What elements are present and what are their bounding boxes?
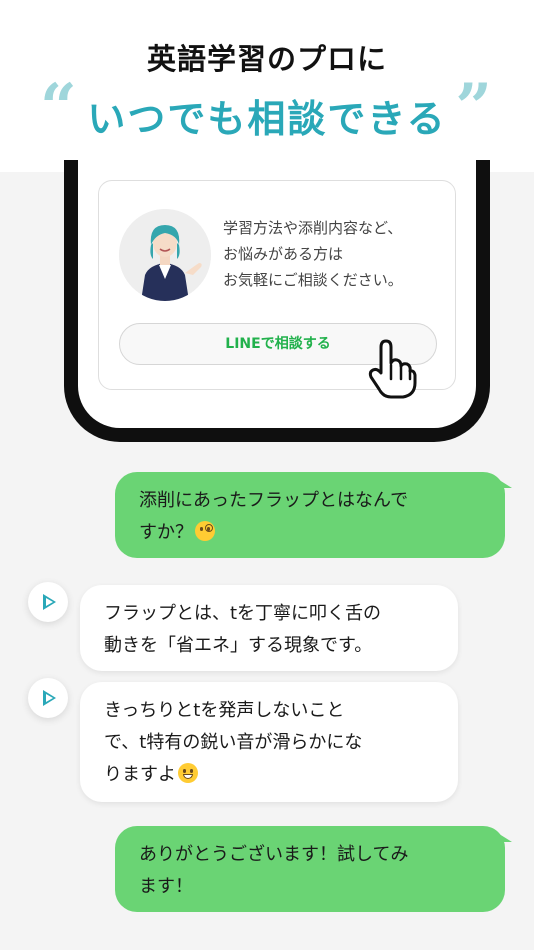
phone-mockup: 学習方法や添削内容など、 お悩みがある方は お気軽にご相談ください。 LINEで… xyxy=(64,160,490,442)
consult-message-line: お気軽にご相談ください。 xyxy=(223,271,403,289)
message-line: フラップとは、tを丁寧に叩く舌の xyxy=(104,603,382,624)
consult-card: 学習方法や添削内容など、 お悩みがある方は お気軽にご相談ください。 LINEで… xyxy=(98,180,456,399)
header: 英語学習のプロに “ いつでも相談できる ” xyxy=(0,0,534,172)
consult-message-line: お悩みがある方は xyxy=(223,245,344,263)
consult-message-line: 学習方法や添削内容など、 xyxy=(223,219,403,237)
pointer-hand-icon xyxy=(367,339,417,399)
message-line: りますよ xyxy=(104,759,434,791)
grinning-face-icon xyxy=(178,763,198,783)
play-icon xyxy=(43,690,56,706)
message-line: すか？ xyxy=(139,517,481,549)
chat-message-user: 添削にあったフラップとはなんで すか？ xyxy=(115,472,505,558)
chat-message-agent: きっちりとtを発声しないこと で、t特有の鋭い音が滑らかにな りますよ xyxy=(80,682,458,802)
chat-message-user: ありがとうございます！試してみ ます！ xyxy=(115,826,505,912)
play-audio-button[interactable] xyxy=(28,678,68,718)
tagline: いつでも相談できる xyxy=(87,97,447,141)
chat-message-agent: フラップとは、tを丁寧に叩く舌の 動きを「省エネ」する現象です。 xyxy=(80,585,458,671)
play-audio-button[interactable] xyxy=(28,582,68,622)
message-line: 動きを「省エネ」する現象です。 xyxy=(104,635,373,656)
message-line: きっちりとtを発声しないこと xyxy=(104,700,345,721)
message-line: で、t特有の鋭い音が滑らかにな xyxy=(104,732,363,753)
message-line: 添削にあったフラップとはなんで xyxy=(139,490,409,511)
headline: 英語学習のプロに xyxy=(146,42,387,76)
play-icon xyxy=(43,594,56,610)
tagline-row: “ いつでも相談できる ” xyxy=(0,76,534,144)
advisor-illustration xyxy=(119,209,211,301)
bubble-tail xyxy=(496,478,512,488)
bubble-tail xyxy=(496,832,512,842)
consult-message: 学習方法や添削内容など、 お悩みがある方は お気軽にご相談ください。 xyxy=(223,215,453,293)
message-line: ありがとうございます！試してみ xyxy=(139,844,409,865)
close-quote-icon: ” xyxy=(455,70,492,145)
face-with-monocle-icon xyxy=(195,521,215,541)
message-line: ます！ xyxy=(139,876,193,897)
advisor-avatar xyxy=(119,209,211,301)
